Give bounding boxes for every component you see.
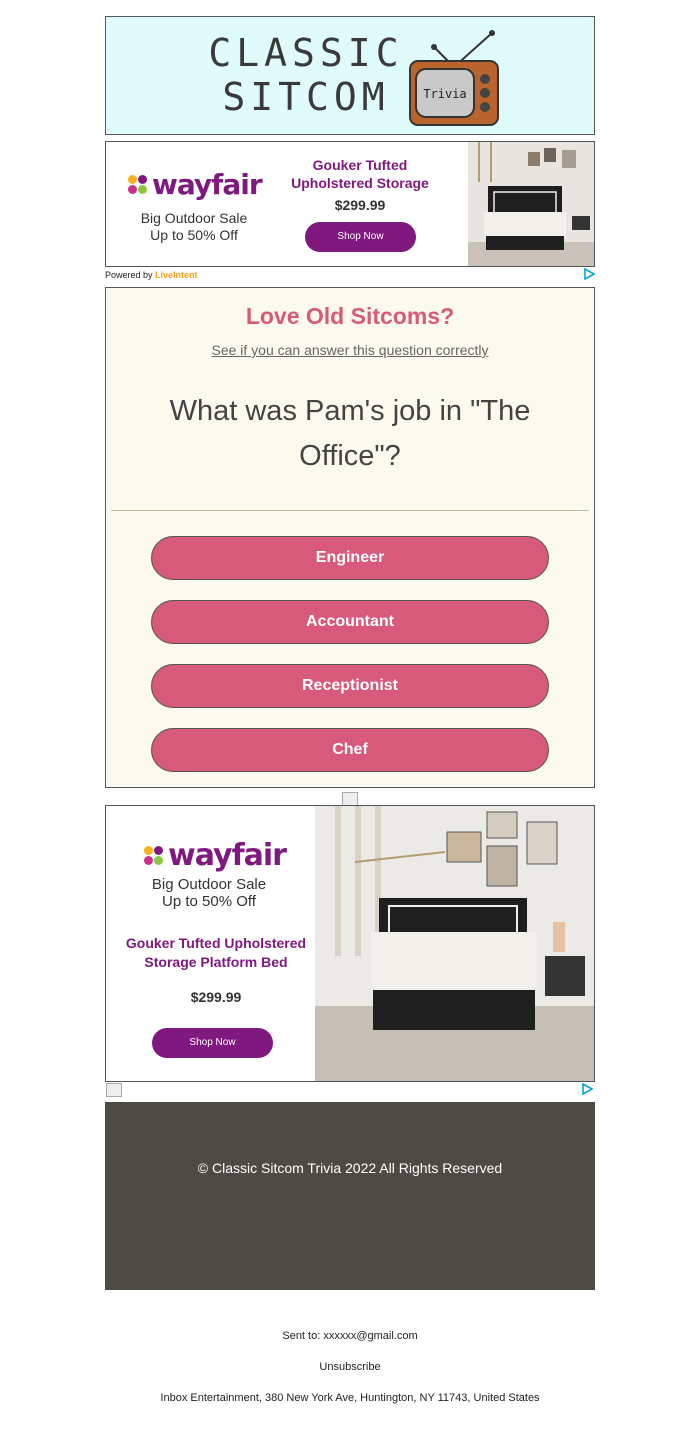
ad-sale-line-2: Up to 50% Off (162, 893, 256, 910)
ad-banner-top[interactable]: wayfair Big Outdoor Sale Up to 50% Off G… (105, 141, 595, 267)
liveintent-logo[interactable]: LiveIntent (155, 270, 198, 280)
wayfair-logo: wayfair (144, 838, 287, 873)
answer-button-engineer[interactable]: Engineer (151, 536, 549, 580)
answer-button-accountant[interactable]: Accountant (151, 600, 549, 644)
ad-product-line-2: Upholstered Storage (291, 175, 429, 191)
bed-product-image[interactable] (468, 142, 594, 266)
ad-price: $299.99 (190, 989, 242, 1005)
ad-sale-line-2: Up to 50% Off (150, 227, 238, 243)
logo-line-2: SITCOM (222, 75, 390, 119)
broken-image-icon (342, 792, 358, 806)
answer-button-receptionist[interactable]: Receptionist (151, 664, 549, 708)
tv-icon: Trivia (409, 30, 499, 126)
wayfair-logo-mark-icon (144, 845, 164, 866)
powered-by-bar: Powered by LiveIntent (105, 268, 595, 282)
wayfair-brand-text: wayfair (152, 168, 263, 201)
divider (111, 510, 589, 511)
wayfair-brand-text: wayfair (168, 838, 287, 873)
logo-line-1: CLASSIC (208, 31, 404, 75)
ad-sale-text: Big Outdoor Sale Up to 50% Off (124, 210, 264, 244)
ad-sale-line-1: Big Outdoor Sale (140, 210, 248, 226)
broken-image-icon (106, 1083, 122, 1097)
wayfair-logo-mark-icon (128, 174, 148, 195)
ad-product-line-1: Gouker Tufted Upholstered (125, 935, 307, 951)
trivia-subtitle-link[interactable]: See if you can answer this question corr… (106, 342, 594, 358)
bed-product-image[interactable] (315, 806, 594, 1081)
ad-product-line-2: Storage Platform Bed (144, 954, 288, 970)
site-logo-text: CLASSIC SITCOM (206, 31, 406, 119)
footer-banner: © Classic Sitcom Trivia 2022 All Rights … (105, 1102, 595, 1290)
ad-sale-line-1: Big Outdoor Sale (151, 876, 267, 893)
copyright-text: © Classic Sitcom Trivia 2022 All Rights … (197, 1160, 503, 1176)
shop-now-button[interactable]: Shop Now (152, 1028, 273, 1058)
ad-product-title: Gouker Tufted Upholstered Storage Platfo… (114, 934, 318, 972)
trivia-title: Love Old Sitcoms? (245, 303, 455, 329)
trivia-question: What was Pam's job in "The Office"? (169, 395, 531, 472)
wayfair-logo: wayfair (128, 168, 263, 201)
adchoices-icon[interactable] (581, 1083, 593, 1095)
unsubscribe-link[interactable]: Unsubscribe (0, 1361, 700, 1373)
ad-sale-text: Big Outdoor Sale Up to 50% Off (128, 876, 290, 910)
adchoices-icon[interactable] (583, 268, 595, 280)
company-address: Inbox Entertainment, 380 New York Ave, H… (160, 1392, 540, 1404)
liveintent-brand: LiveIntent (155, 270, 198, 280)
ad-banner-bottom[interactable]: wayfair Big Outdoor Sale Up to 50% Off G… (105, 805, 595, 1082)
ad-product-title: Gouker Tufted Upholstered Storage (278, 156, 442, 192)
ad-product-line-1: Gouker Tufted (312, 157, 408, 173)
answer-button-chef[interactable]: Chef (151, 728, 549, 772)
ad-price: $299.99 (334, 197, 386, 213)
tv-label: Trivia (423, 87, 466, 101)
sent-to-text: Sent to: xxxxxx@gmail.com (282, 1330, 418, 1342)
powered-by-label: Powered by (105, 270, 153, 280)
shop-now-button[interactable]: Shop Now (305, 222, 416, 252)
trivia-card: Love Old Sitcoms? See if you can answer … (105, 287, 595, 788)
header-banner: CLASSIC SITCOM Trivia (105, 16, 595, 135)
